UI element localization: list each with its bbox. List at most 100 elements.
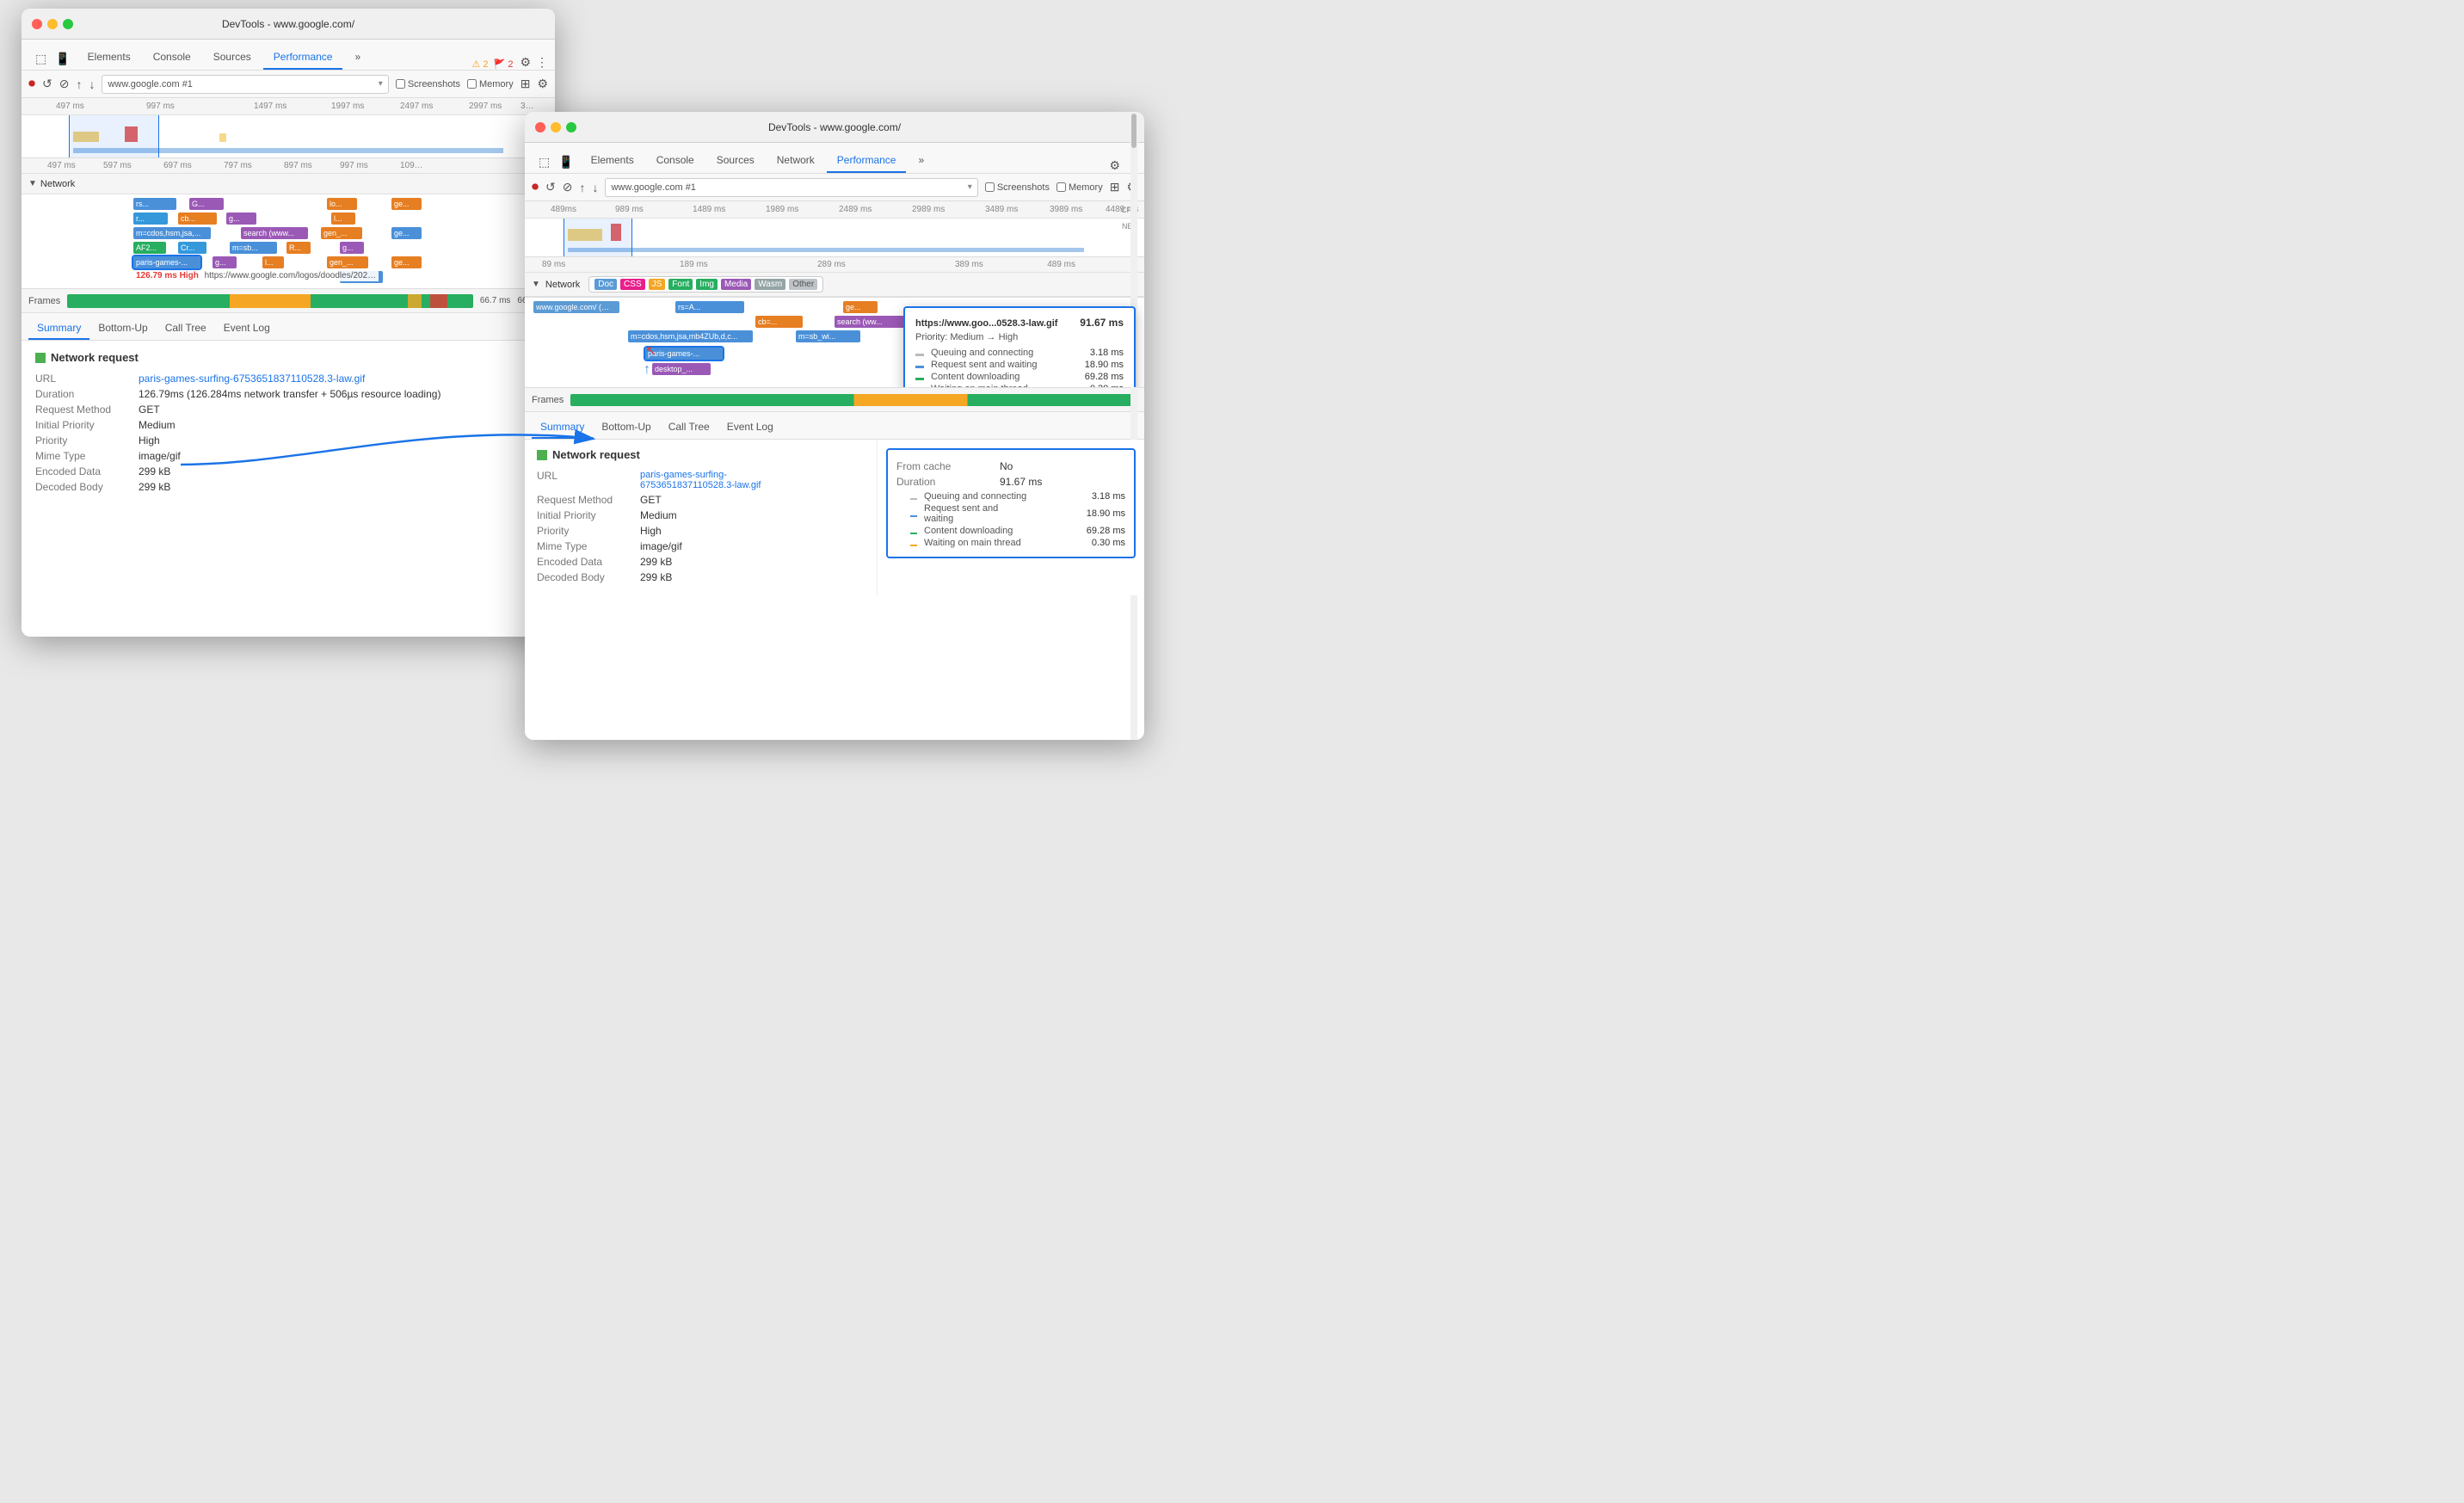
- maximize-button-2[interactable]: [566, 122, 576, 132]
- record-icon-2[interactable]: ⏺: [532, 180, 539, 195]
- memory-checkbox-1[interactable]: Memory: [467, 79, 514, 89]
- net-req-cb[interactable]: cb...: [178, 213, 217, 225]
- settings-icon-2[interactable]: ⚙: [1109, 158, 1120, 173]
- tab-calltree-2[interactable]: Call Tree: [660, 416, 718, 439]
- more-icon-1[interactable]: ⋮: [536, 55, 548, 70]
- inspect-icon-2[interactable]: ⬚: [535, 151, 553, 173]
- w2-req-ge[interactable]: ge...: [843, 301, 878, 313]
- net-req-af2[interactable]: AF2...: [133, 242, 166, 254]
- w2-req-paris[interactable]: paris-games-...: [645, 348, 723, 360]
- badge-media[interactable]: Media: [721, 279, 751, 290]
- w2-req-rs[interactable]: rs=A...: [675, 301, 744, 313]
- url-bar-2[interactable]: www.google.com #1 ▾: [605, 178, 977, 197]
- gear-icon-1[interactable]: ⊞: [521, 77, 531, 91]
- screenshots-checkbox-2[interactable]: Screenshots: [985, 182, 1050, 193]
- tab-elements-1[interactable]: Elements: [77, 46, 141, 70]
- device-icon-1[interactable]: 📱: [52, 48, 73, 70]
- hb-duration: Duration 91.67 ms: [896, 476, 1125, 488]
- w2-req-msb[interactable]: m=sb_wi...: [796, 330, 860, 342]
- net-req-search[interactable]: search (www...: [241, 227, 308, 239]
- tab-performance-1[interactable]: Performance: [263, 46, 343, 70]
- badge-doc[interactable]: Doc: [594, 279, 617, 290]
- settings-icon-1[interactable]: ⚙: [520, 55, 531, 70]
- net-req-l[interactable]: l...: [331, 213, 355, 225]
- net-req-g2[interactable]: g...: [226, 213, 256, 225]
- net-req-msb[interactable]: m=sb...: [230, 242, 277, 254]
- url-link-1[interactable]: paris-games-surfing-6753651837110528.3-l…: [139, 373, 365, 385]
- upload-icon-2[interactable]: ↑: [579, 181, 585, 194]
- net-req-gen1[interactable]: gen_...: [321, 227, 362, 239]
- w2-req-mcdos[interactable]: m=cdos,hsm,jsa,mb4ZUb,d,c...: [628, 330, 753, 342]
- tab-eventlog-1[interactable]: Event Log: [215, 317, 279, 340]
- net-req-l2[interactable]: l...: [262, 256, 284, 268]
- close-button-2[interactable]: [535, 122, 545, 132]
- hb-timing-waiting: Waiting on main thread 0.30 ms: [910, 538, 1125, 548]
- device-icon-2[interactable]: 📱: [555, 151, 576, 173]
- tab-bottomup-2[interactable]: Bottom-Up: [593, 416, 659, 439]
- badge-js[interactable]: JS: [649, 279, 666, 290]
- w2-req-cb[interactable]: cb=...: [755, 316, 803, 328]
- net-req-mcdos[interactable]: m=cdos,hsm,jsa,...: [133, 227, 211, 239]
- clear-icon-1[interactable]: ⊘: [59, 77, 70, 91]
- badge-css[interactable]: CSS: [620, 279, 645, 290]
- detail-initial-priority-1: Initial Priority Medium: [35, 419, 541, 431]
- tab-eventlog-2[interactable]: Event Log: [718, 416, 782, 439]
- badge-other[interactable]: Other: [789, 279, 817, 290]
- tab-sources-2[interactable]: Sources: [706, 149, 765, 173]
- triangle-down-icon[interactable]: ▼: [28, 179, 37, 188]
- triangle-down-icon-2[interactable]: ▼: [532, 280, 540, 289]
- record-icon-1[interactable]: ⏺: [28, 77, 35, 92]
- tab-summary-2[interactable]: Summary: [532, 416, 593, 439]
- badge-font[interactable]: Font: [668, 279, 693, 290]
- tab-calltree-1[interactable]: Call Tree: [157, 317, 215, 340]
- memory-checkbox-2[interactable]: Memory: [1056, 182, 1103, 193]
- download-icon-2[interactable]: ↓: [592, 181, 598, 194]
- net-req-ge2[interactable]: ge...: [391, 227, 422, 239]
- timeline-selection-1[interactable]: [69, 115, 159, 157]
- tab-network-2[interactable]: Network: [767, 149, 825, 173]
- net-req-g3[interactable]: g...: [213, 256, 237, 268]
- tab-console-1[interactable]: Console: [143, 46, 201, 70]
- w2-req-google[interactable]: www.google.com/ (…: [533, 301, 619, 313]
- net-req-g1[interactable]: G...: [189, 198, 224, 210]
- network-icon-2[interactable]: ⊞: [1110, 180, 1120, 194]
- tab-elements-2[interactable]: Elements: [581, 149, 644, 173]
- timeline-selection-2[interactable]: [564, 219, 632, 256]
- tab-sources-1[interactable]: Sources: [203, 46, 262, 70]
- close-button-1[interactable]: [32, 19, 42, 29]
- upload-icon-1[interactable]: ↑: [76, 77, 82, 91]
- w2-req-desktop[interactable]: desktop_...: [652, 363, 711, 375]
- net-req-ge3[interactable]: ge...: [391, 256, 422, 268]
- net-req-paris[interactable]: paris-games-...: [133, 256, 200, 268]
- tab-more-1[interactable]: »: [344, 46, 371, 70]
- net-req-gen2[interactable]: gen_...: [327, 256, 368, 268]
- maximize-button-1[interactable]: [63, 19, 73, 29]
- settings2-icon-1[interactable]: ⚙: [537, 77, 548, 91]
- badge-wasm[interactable]: Wasm: [755, 279, 785, 290]
- tab-more-2[interactable]: »: [908, 149, 934, 173]
- badge-img[interactable]: Img: [696, 279, 718, 290]
- scrollbar-2[interactable]: [1130, 112, 1137, 740]
- download-icon-1[interactable]: ↓: [89, 77, 95, 91]
- net-req-cr[interactable]: Cr...: [178, 242, 206, 254]
- net-req-g4[interactable]: g...: [340, 242, 364, 254]
- inspect-icon-1[interactable]: ⬚: [32, 48, 50, 70]
- net-req-ge[interactable]: ge...: [391, 198, 422, 210]
- net-req-r[interactable]: r...: [133, 213, 168, 225]
- w2-url-link[interactable]: paris-games-surfing-6753651837110528.3-l…: [640, 470, 761, 490]
- url-bar-1[interactable]: www.google.com #1 ▾: [102, 75, 388, 94]
- tab-bottomup-1[interactable]: Bottom-Up: [89, 317, 156, 340]
- net-req-rs[interactable]: rs...: [133, 198, 176, 210]
- tab-console-2[interactable]: Console: [646, 149, 705, 173]
- tab-performance-2[interactable]: Performance: [827, 149, 907, 173]
- screenshots-checkbox-1[interactable]: Screenshots: [396, 79, 460, 89]
- net-req-lo[interactable]: lo...: [327, 198, 357, 210]
- minimize-button-2[interactable]: [551, 122, 561, 132]
- reload-icon-1[interactable]: ↺: [42, 77, 52, 91]
- w2-req-search[interactable]: search (ww...: [835, 316, 908, 328]
- tab-summary-1[interactable]: Summary: [28, 317, 89, 340]
- minimize-button-1[interactable]: [47, 19, 58, 29]
- reload-icon-2[interactable]: ↺: [545, 180, 556, 194]
- net-req-r2[interactable]: R...: [286, 242, 311, 254]
- clear-icon-2[interactable]: ⊘: [563, 180, 573, 194]
